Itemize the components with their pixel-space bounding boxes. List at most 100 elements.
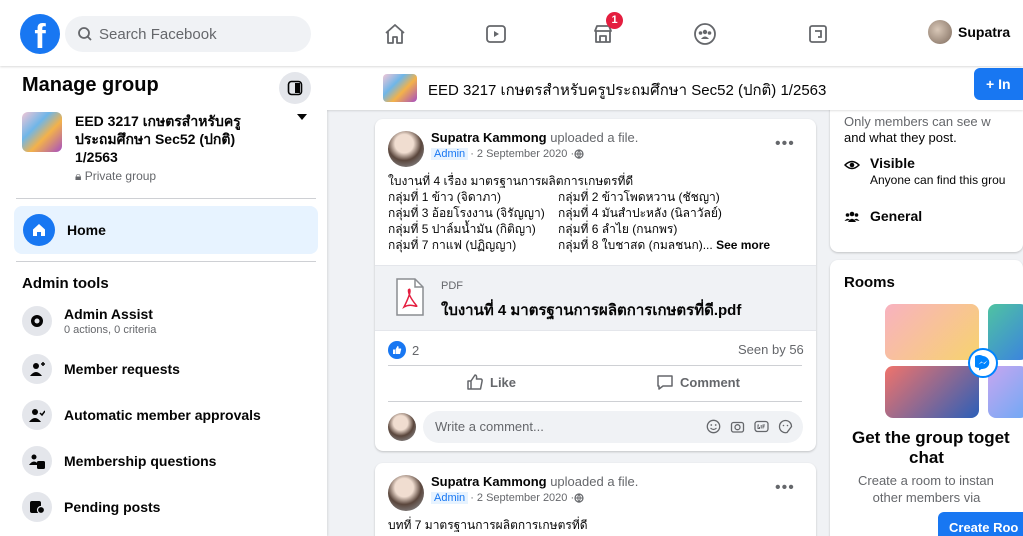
- watch-icon: [486, 25, 506, 43]
- sidebar-toggle-icon: [287, 80, 303, 96]
- sticker-icon[interactable]: [777, 418, 793, 434]
- comment-icon: [657, 375, 673, 390]
- like-button[interactable]: Like: [466, 373, 516, 391]
- gaming-nav-button[interactable]: [803, 20, 833, 48]
- attachment-type: PDF: [441, 280, 463, 292]
- divider: [16, 198, 316, 199]
- post-date[interactable]: · 2 September 2020 ·: [470, 492, 574, 504]
- author-avatar[interactable]: [388, 131, 424, 167]
- watch-nav-button[interactable]: [481, 20, 511, 48]
- about-visible: Visible Anyone can find this grou: [844, 155, 1005, 187]
- member-requests-icon: [22, 354, 52, 384]
- sidebar-item-label: Member requests: [64, 361, 180, 377]
- home-icon: [385, 24, 405, 44]
- sidebar-item-label: Admin Assist: [64, 306, 153, 322]
- camera-icon[interactable]: [729, 418, 745, 434]
- reaction-count[interactable]: 2: [388, 341, 419, 359]
- sidebar-item-automatic-member-approvals[interactable]: Automatic member approvals: [22, 400, 261, 430]
- author-avatar[interactable]: [388, 475, 424, 511]
- more-options-icon[interactable]: •••: [775, 135, 795, 153]
- post-text-line: กลุ่มที่ 7 กาแฟ (ปฏิญญา) กลุ่มที่ 8 ใบชาส…: [388, 237, 808, 253]
- gif-icon[interactable]: [753, 418, 769, 434]
- about-general-title: General: [870, 208, 923, 224]
- search-input[interactable]: Search Facebook: [65, 16, 311, 52]
- group-name[interactable]: EED 3217 เกษตรสำหรับครูประถมศึกษา Sec52 …: [75, 112, 275, 166]
- sidebar-item-sublabel: 0 actions, 0 criteria: [64, 324, 157, 336]
- post-meta: Admin · 2 September 2020 ·: [431, 492, 584, 504]
- more-options-icon[interactable]: •••: [775, 479, 795, 497]
- comment-input[interactable]: Write a comment...: [423, 411, 803, 443]
- emoji-icon[interactable]: [705, 418, 721, 434]
- profile-button[interactable]: Supatra: [928, 20, 1010, 44]
- group-title[interactable]: EED 3217 เกษตรสำหรับครูประถมศึกษา Sec52 …: [428, 78, 826, 102]
- create-room-button[interactable]: Create Roo: [938, 512, 1023, 536]
- comment-button[interactable]: Comment: [656, 373, 740, 391]
- sidebar-item-home[interactable]: Home: [14, 206, 318, 254]
- home-icon: [23, 214, 55, 246]
- attachment-name[interactable]: ใบงานที่ 4 มาตรฐานการผลิตการเกษตรที่ดี.p…: [441, 298, 741, 322]
- rooms-card: Rooms Get the group toget chat Create a …: [830, 260, 1023, 536]
- comment-composer: Write a comment...: [388, 411, 808, 445]
- post-date[interactable]: · 2 September 2020 ·: [470, 148, 574, 160]
- post-text-line: บทที่ 7 มาตรฐานการผลิตการเกษตรที่ดี: [388, 517, 808, 533]
- groups-nav-button[interactable]: [690, 20, 720, 48]
- post-text-line: ใบงานที่ 4 เรื่อง มาตรฐานการผลิตการเกษตร…: [388, 173, 808, 189]
- marketplace-nav-button[interactable]: 1: [588, 12, 623, 48]
- admin-badge: Admin: [431, 148, 469, 160]
- home-nav-button[interactable]: [380, 20, 410, 48]
- privacy-label: Private group: [84, 169, 157, 183]
- search-icon: [78, 27, 92, 41]
- about-visible-title: Visible: [870, 155, 915, 171]
- sidebar-item-label: Home: [67, 222, 106, 238]
- invite-button[interactable]: + In: [974, 68, 1023, 100]
- divider: [388, 401, 802, 402]
- notification-badge: 1: [606, 12, 623, 29]
- sidebar-item-admin-assist[interactable]: Admin Assist 0 actions, 0 criteria: [22, 306, 156, 336]
- post-action: uploaded a file.: [550, 474, 639, 489]
- post-author-line: Supatra Kammong uploaded a file.: [431, 130, 638, 145]
- people-icon: [844, 211, 860, 222]
- sidebar-item-label: Automatic member approvals: [64, 407, 261, 423]
- sidebar-item-pending-posts[interactable]: Pending posts: [22, 492, 160, 522]
- group-privacy: 🔒︎ Private group: [75, 169, 156, 184]
- author-name[interactable]: Supatra Kammong: [431, 130, 547, 145]
- about-visible-desc: Anyone can find this grou: [870, 173, 1006, 187]
- admin-tools-heading: Admin tools: [22, 275, 109, 292]
- pending-posts-icon: [22, 492, 52, 522]
- facebook-logo[interactable]: f: [20, 14, 60, 54]
- sidebar-item-member-requests[interactable]: Member requests: [22, 354, 180, 384]
- profile-name: Supatra: [958, 24, 1011, 40]
- group-cover-thumbnail[interactable]: [383, 74, 417, 102]
- post-text-cell: บทที่ 7 มาตรฐานการผลิตการเกษตรที่ดี: [388, 518, 588, 532]
- post-card: Supatra Kammong uploaded a file. Admin ·…: [375, 463, 816, 536]
- comment-placeholder: Write a comment...: [435, 419, 544, 434]
- sidebar-item-membership-questions[interactable]: Membership questions: [22, 446, 216, 476]
- post-text-line: กลุ่มที่ 3 อ้อยโรงงาน (จิรัญญา) กลุ่มที่ …: [388, 205, 808, 221]
- rooms-body: Create a room to instan other members vi…: [830, 472, 1023, 506]
- admin-assist-icon: [22, 306, 52, 336]
- chevron-down-icon[interactable]: [297, 114, 307, 120]
- about-text: Only members can see w: [844, 114, 991, 129]
- post-meta: Admin · 2 September 2020 ·: [431, 148, 584, 160]
- see-more-link[interactable]: See more: [716, 238, 770, 252]
- post-text-cell: ใบงานที่ 4 เรื่อง มาตรฐานการผลิตการเกษตร…: [388, 174, 634, 188]
- groups-icon: [694, 23, 716, 45]
- sidebar-item-label: Membership questions: [64, 453, 217, 469]
- admin-badge: Admin: [431, 492, 469, 504]
- seen-by-count[interactable]: Seen by 56: [738, 342, 804, 357]
- collapse-sidebar-button[interactable]: [279, 72, 311, 104]
- messenger-icon: [968, 348, 998, 378]
- post-text-line: กลุ่มที่ 1 ข้าว (จิดาภา) กลุ่มที่ 2 ข้าวโ…: [388, 189, 808, 205]
- pdf-file-icon: [396, 278, 424, 316]
- avatar: [928, 20, 952, 44]
- gaming-icon: [809, 25, 827, 43]
- membership-questions-icon: [22, 446, 52, 476]
- post-action: uploaded a file.: [550, 130, 639, 145]
- post-author-line: Supatra Kammong uploaded a file.: [431, 474, 638, 489]
- rooms-body-line: other members via: [872, 490, 981, 505]
- automatic-approvals-icon: [22, 400, 52, 430]
- author-name[interactable]: Supatra Kammong: [431, 474, 547, 489]
- file-attachment[interactable]: PDF ใบงานที่ 4 มาตรฐานการผลิตการเกษตรที่…: [375, 265, 816, 331]
- globe-icon: [574, 149, 584, 159]
- group-cover-thumbnail[interactable]: [22, 112, 62, 152]
